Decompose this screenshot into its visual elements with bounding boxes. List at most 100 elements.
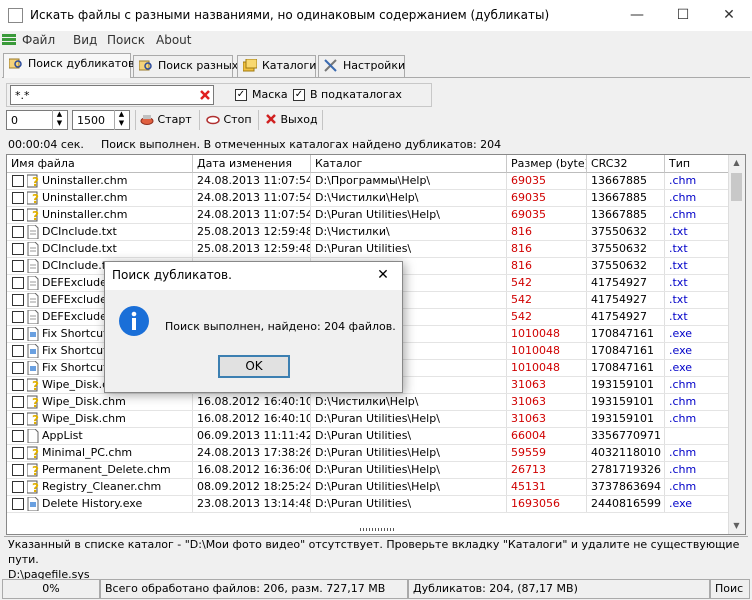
cell-type: .chm [665,207,731,223]
row-checkbox[interactable] [12,277,24,289]
column-header-size[interactable]: Размер (byte) [507,155,587,173]
minimize-button[interactable]: — [614,0,660,31]
row-checkbox[interactable] [12,447,24,459]
help-file-icon: ? [26,412,40,427]
cell-size: 542 [507,309,587,325]
row-checkbox[interactable] [12,243,24,255]
exe-file-icon [27,326,40,342]
row-checkbox[interactable] [12,430,24,442]
cell-crc: 193159101 [587,411,665,427]
svg-text:?: ? [32,379,39,392]
row-checkbox[interactable] [12,464,24,476]
scroll-up-arrow-icon[interactable]: ▲ [729,155,744,171]
menu-about[interactable]: About [156,33,191,47]
row-checkbox[interactable] [12,311,24,323]
table-row[interactable]: ? Permanent_Delete.chm 16.08.2012 16:36:06… [7,462,731,479]
column-header-directory[interactable]: Каталог [311,155,507,173]
tab-label: Настройки [343,59,406,72]
close-button[interactable]: ✕ [706,0,752,31]
cell-date: 24.08.2013 11:07:54 [193,173,311,189]
dialog-close-button[interactable]: ✕ [372,267,394,283]
subdirs-checkbox[interactable]: ✓ [293,89,305,101]
vertical-scroll-thumb[interactable] [731,173,742,201]
stop-button[interactable]: Стоп [206,111,256,129]
table-row[interactable]: ? Uninstaller.chm 24.08.2013 11:07:54 D:\Пр… [7,173,731,190]
row-checkbox[interactable] [12,498,24,510]
cell-size: 816 [507,258,587,274]
mask-checkbox[interactable]: ✓ [235,89,247,101]
exit-button[interactable]: Выход [265,111,321,129]
table-row[interactable]: AppList 06.09.2013 11:11:42 D:\Puran Utili… [7,428,731,445]
row-checkbox[interactable] [12,345,24,357]
cell-size: 1010048 [507,343,587,359]
menu-search[interactable]: Поиск [107,33,145,47]
row-checkbox[interactable] [12,328,24,340]
tab-label: Поиск разных [158,59,239,72]
svg-text:?: ? [32,481,39,494]
table-row[interactable]: ? Uninstaller.chm 24.08.2013 11:07:54 D:\Pu… [7,207,731,224]
row-checkbox[interactable] [12,226,24,238]
row-checkbox[interactable] [12,362,24,374]
table-row[interactable]: ? Wipe_Disk.chm 16.08.2012 16:40:10 D:\Чист… [7,394,731,411]
menu-view[interactable]: Вид [73,33,97,47]
table-row[interactable]: ? Wipe_Disk.chm 16.08.2012 16:40:10 D:\Pura… [7,411,731,428]
cell-crc: 2440816599 [587,496,665,512]
table-row[interactable]: ? Uninstaller.chm 24.08.2013 11:07:54 D:\Чи… [7,190,731,207]
start-label: Старт [157,113,192,126]
max-size-spinner[interactable]: ▲ ▼ [114,110,128,130]
cell-dir: D:\Puran Utilities\Help\ [311,445,507,461]
exit-icon [265,113,277,125]
column-header-type[interactable]: Тип [665,155,731,173]
row-checkbox[interactable] [12,260,24,272]
cell-size: 26713 [507,462,587,478]
clear-mask-icon[interactable] [198,88,212,102]
row-checkbox[interactable] [12,413,24,425]
cell-type: .chm [665,462,731,478]
table-row[interactable]: ? Registry_Cleaner.chm 08.09.2012 18:25:24… [7,479,731,496]
scroll-down-arrow-icon[interactable]: ▼ [729,518,744,534]
tab-settings[interactable]: Настройки [318,55,405,77]
tab-find-duplicates[interactable]: Поиск дубликатов [3,53,134,78]
column-header-date[interactable]: Дата изменения [193,155,311,173]
table-row[interactable]: Delete History.exe 23.08.2013 13:14:48 D:\… [7,496,731,513]
min-size-spinner[interactable]: ▲ ▼ [52,110,66,130]
row-checkbox[interactable] [12,481,24,493]
text-file-icon [27,292,40,308]
table-row[interactable]: DCInclude.txt 25.08.2013 12:59:48 D:\Чисти… [7,224,731,241]
cell-name: Delete History.exe [40,496,193,512]
column-header-name[interactable]: Имя файла [7,155,193,173]
help-file-icon: ? [26,446,40,461]
cell-crc: 193159101 [587,394,665,410]
start-button[interactable]: Старт [140,111,195,129]
menu-hamburger-icon[interactable] [2,33,16,46]
column-header-crc32[interactable]: CRC32 [587,155,665,173]
row-checkbox[interactable] [12,396,24,408]
tab-find-different[interactable]: Поиск разных [133,55,238,77]
cell-date: 24.08.2013 11:07:54 [193,190,311,206]
mask-input[interactable]: *.* [10,85,214,105]
app-icon [8,8,23,23]
vertical-scrollbar[interactable]: ▲ ▼ [728,155,745,534]
menu-file[interactable]: Файл [22,33,55,47]
cell-type: .chm [665,411,731,427]
tab-directories[interactable]: Каталоги [237,55,316,77]
row-checkbox[interactable] [12,175,24,187]
table-row[interactable]: DCInclude.txt 25.08.2013 12:59:48 D:\Puran… [7,241,731,258]
cell-dir: D:\Puran Utilities\ [311,241,507,257]
search-status-message: Поиск выполнен. В отмеченных каталогах н… [101,138,502,151]
table-row[interactable]: ? Minimal_PC.chm 24.08.2013 17:38:26 D:\Pur… [7,445,731,462]
cell-name: Uninstaller.chm [40,173,193,189]
splitter-handle[interactable] [6,525,730,535]
row-checkbox[interactable] [12,379,24,391]
row-checkbox[interactable] [12,192,24,204]
row-checkbox[interactable] [12,209,24,221]
cell-size: 31063 [507,394,587,410]
maximize-button[interactable]: ☐ [660,0,706,31]
ok-button[interactable]: OK [218,355,290,378]
cell-dir: D:\Puran Utilities\Help\ [311,479,507,495]
row-checkbox[interactable] [12,294,24,306]
svg-text:?: ? [32,447,39,460]
cell-type: .exe [665,496,731,512]
cell-crc: 37550632 [587,241,665,257]
cell-date: 16.08.2012 16:40:10 [193,394,311,410]
